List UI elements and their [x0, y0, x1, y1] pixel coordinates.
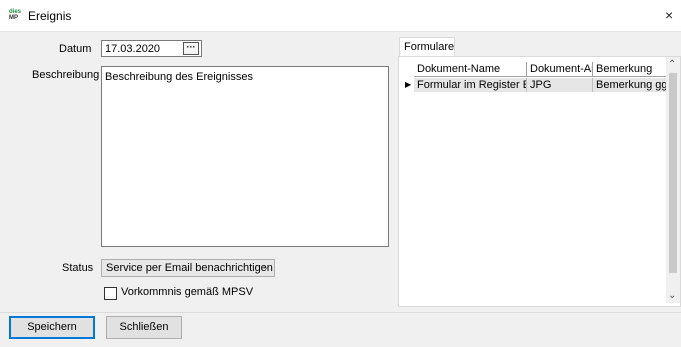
table-cell[interactable]: Bemerkung ggf. v [593, 78, 669, 92]
save-button[interactable]: Speichern [9, 316, 95, 339]
date-value: 17.03.2020 [105, 43, 161, 55]
table-cell[interactable]: JPG [527, 78, 593, 92]
status-select[interactable]: Service per Email benachrichtigen ⌵ [101, 259, 275, 277]
scrollbar-thumb[interactable] [669, 73, 677, 273]
description-label: Beschreibung [32, 69, 100, 81]
date-picker-button[interactable]: ··· [183, 42, 199, 55]
date-field[interactable]: 17.03.2020 ··· [101, 40, 202, 57]
column-header-document-name[interactable]: Dokument-Name [414, 62, 527, 77]
close-window-button[interactable]: × [665, 0, 681, 31]
mpsv-checkbox-label[interactable]: Vorkommnis gemäß MPSV [121, 286, 253, 298]
chevron-down-icon: ⌵ [262, 261, 270, 272]
scroll-up-icon[interactable]: ⌃ [668, 59, 676, 70]
column-header-document-type[interactable]: Dokument-Art [527, 62, 593, 77]
status-label: Status [62, 262, 94, 274]
tab-formulare[interactable]: Formulare [399, 37, 455, 56]
table-cell[interactable]: Formular im Register Erei [414, 78, 527, 92]
close-button[interactable]: Schließen [106, 316, 182, 339]
window-title: Ereignis [28, 9, 72, 23]
grid-scrollbar[interactable]: ⌃ ⌄ [666, 57, 680, 303]
title-bar: dies MP Ereignis × [0, 0, 681, 32]
forms-tab-panel: Dokument-Name Dokument-Art Bemerkung ▶ F… [398, 56, 681, 307]
date-label: Datum [59, 43, 92, 55]
documents-grid: Dokument-Name Dokument-Art Bemerkung ▶ F… [405, 62, 675, 300]
footer-divider [0, 312, 681, 313]
mpsv-checkbox[interactable] [104, 287, 117, 300]
row-indicator-icon: ▶ [405, 80, 412, 89]
scroll-down-icon[interactable]: ⌄ [668, 290, 676, 301]
status-value: Service per Email benachrichtigen [106, 262, 273, 274]
app-logo-icon: dies MP [9, 9, 23, 23]
description-textarea[interactable]: Beschreibung des Ereignisses [101, 66, 389, 247]
column-header-remark[interactable]: Bemerkung [593, 62, 669, 77]
description-text: Beschreibung des Ereignisses [105, 71, 253, 83]
app-logo-bottom-text: MP [9, 15, 18, 21]
